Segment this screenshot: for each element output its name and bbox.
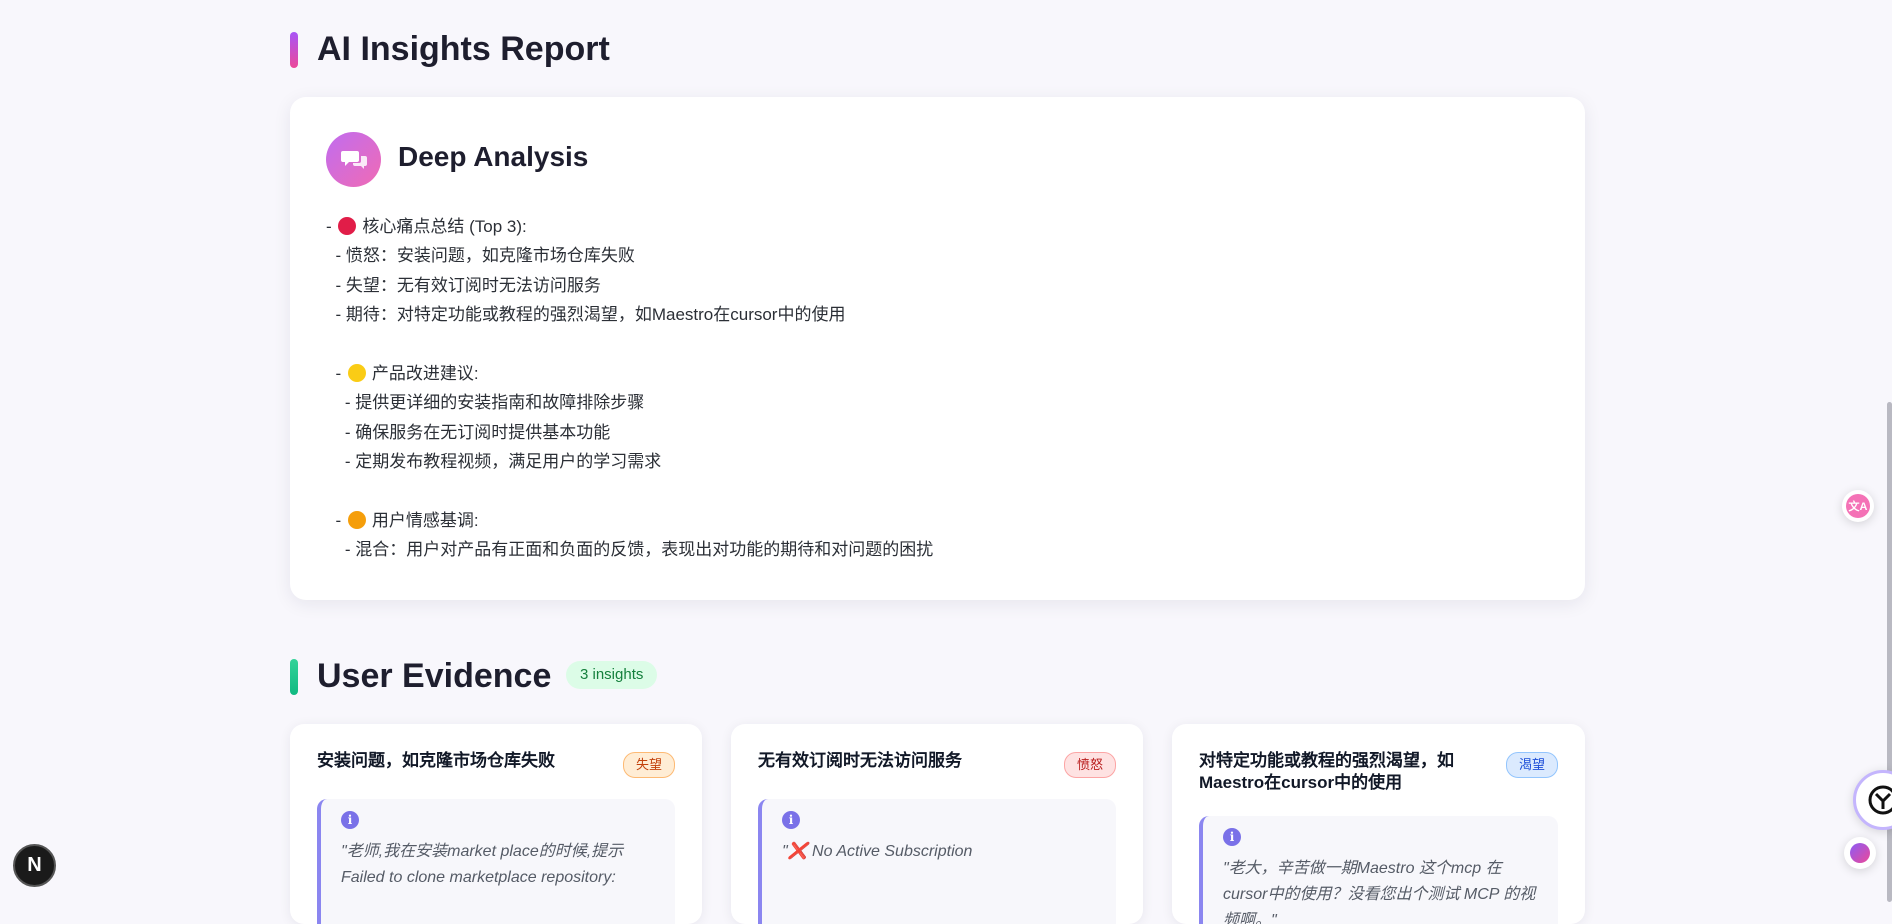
insights-report-header: AI Insights Report — [290, 30, 610, 69]
analysis-line: - 提供更详细的安装指南和故障排除步骤 — [326, 388, 933, 417]
light-bulb-icon — [347, 363, 366, 382]
evidence-quote: i "老大，辛苦做一期Maestro 这个mcp 在cursor中的使用？没看您… — [1199, 816, 1558, 924]
translate-icon: 文A — [1846, 494, 1870, 518]
line-heading: 用户情感基调: — [371, 510, 479, 530]
quote-text: "老大，辛苦做一期Maestro 这个mcp 在cursor中的使用？没看您出个… — [1223, 860, 1536, 924]
deep-analysis-card: Deep Analysis - 核心痛点总结 (Top 3): - 愤怒：安装问… — [290, 97, 1585, 600]
line-text: - 愤怒：安装问题，如克隆市场仓库失败 — [326, 246, 635, 266]
line-heading: 产品改进建议: — [371, 363, 479, 383]
emotion-tag: 愤怒 — [1063, 752, 1116, 778]
analysis-line: - 定期发布教程视频，满足用户的学习需求 — [326, 447, 933, 476]
line-text: - 期待：对特定功能或教程的强烈渴望，如Maestro在cursor中的使用 — [326, 305, 846, 325]
user-evidence-header: User Evidence — [290, 657, 551, 696]
evidence-card[interactable]: 安装问题，如克隆市场仓库失败 失望 i "老师,我在安装market place… — [290, 724, 702, 924]
line-text: - — [326, 363, 346, 383]
analysis-line: - 产品改进建议: — [326, 359, 933, 388]
analysis-line: - 愤怒：安装问题，如克隆市场仓库失败 — [326, 241, 933, 270]
evidence-card[interactable]: 无有效订阅时无法访问服务 愤怒 i "❌ No Active Subscript… — [731, 724, 1143, 924]
line-text: - 确保服务在无订阅时提供基本功能 — [326, 422, 611, 442]
evidence-title: 对特定功能或教程的强烈渴望，如Maestro在cursor中的使用 — [1199, 751, 1454, 792]
line-text: - 定期发布教程视频，满足用户的学习需求 — [326, 452, 662, 472]
line-text: - 提供更详细的安装指南和故障排除步骤 — [326, 393, 645, 413]
line-text: - — [326, 510, 346, 530]
line-text: - — [326, 217, 337, 236]
section-accent-bar — [290, 658, 298, 695]
angry-face-icon — [338, 217, 357, 235]
info-icon: i — [341, 811, 359, 829]
assistant-logo-icon — [1868, 785, 1892, 815]
line-text: - 失望：无有效订阅时无法访问服务 — [326, 275, 601, 295]
page-title: AI Insights Report — [317, 30, 610, 68]
evidence-title: 无有效订阅时无法访问服务 — [758, 751, 962, 770]
deep-analysis-title: Deep Analysis — [398, 141, 589, 172]
analysis-text: - 核心痛点总结 (Top 3): - 愤怒：安装问题，如克隆市场仓库失败 - … — [326, 212, 933, 565]
clapping-hands-icon — [347, 510, 366, 529]
user-evidence-title: User Evidence — [317, 657, 552, 695]
translate-button[interactable]: 文A — [1842, 490, 1874, 522]
analysis-line: - 用户情感基调: — [326, 506, 933, 535]
analysis-line: - 失望：无有效订阅时无法访问服务 — [326, 271, 933, 300]
line-text: - 混合：用户对产品有正面和负面的反馈，表现出对功能的期待和对问题的困扰 — [326, 540, 934, 560]
emotion-tag: 渴望 — [1505, 752, 1558, 778]
evidence-quote: i "老师,我在安装market place的时候,提示 Failed to c… — [317, 799, 675, 924]
line-heading: 核心痛点总结 (Top 3): — [362, 217, 527, 236]
analysis-line: - 期待：对特定功能或教程的强烈渴望，如Maestro在cursor中的使用 — [326, 300, 933, 329]
evidence-quote: i "❌ No Active Subscription — [758, 799, 1116, 924]
analysis-line: - 混合：用户对产品有正面和负面的反馈，表现出对功能的期待和对问题的困扰 — [326, 535, 933, 564]
evidence-title: 安装问题，如克隆市场仓库失败 — [317, 751, 555, 770]
brain-icon — [1850, 843, 1870, 863]
info-icon: i — [782, 811, 800, 829]
dev-tools-badge[interactable]: N — [13, 844, 56, 887]
emotion-tag: 失望 — [622, 752, 675, 778]
brain-button[interactable] — [1844, 837, 1876, 869]
quote-text: "老师,我在安装market place的时候,提示 Failed to clo… — [341, 843, 624, 886]
quote-text: "❌ No Active Subscription — [782, 843, 973, 860]
section-accent-bar — [290, 31, 298, 68]
analysis-line: - 确保服务在无订阅时提供基本功能 — [326, 418, 933, 447]
analysis-line: - 核心痛点总结 (Top 3): — [326, 212, 933, 241]
evidence-card[interactable]: 对特定功能或教程的强烈渴望，如Maestro在cursor中的使用 渴望 i "… — [1172, 724, 1585, 924]
insights-count-badge: 3 insights — [566, 661, 658, 689]
info-icon: i — [1223, 828, 1241, 846]
assistant-button[interactable] — [1853, 770, 1892, 830]
chat-bubbles-icon — [326, 132, 381, 187]
